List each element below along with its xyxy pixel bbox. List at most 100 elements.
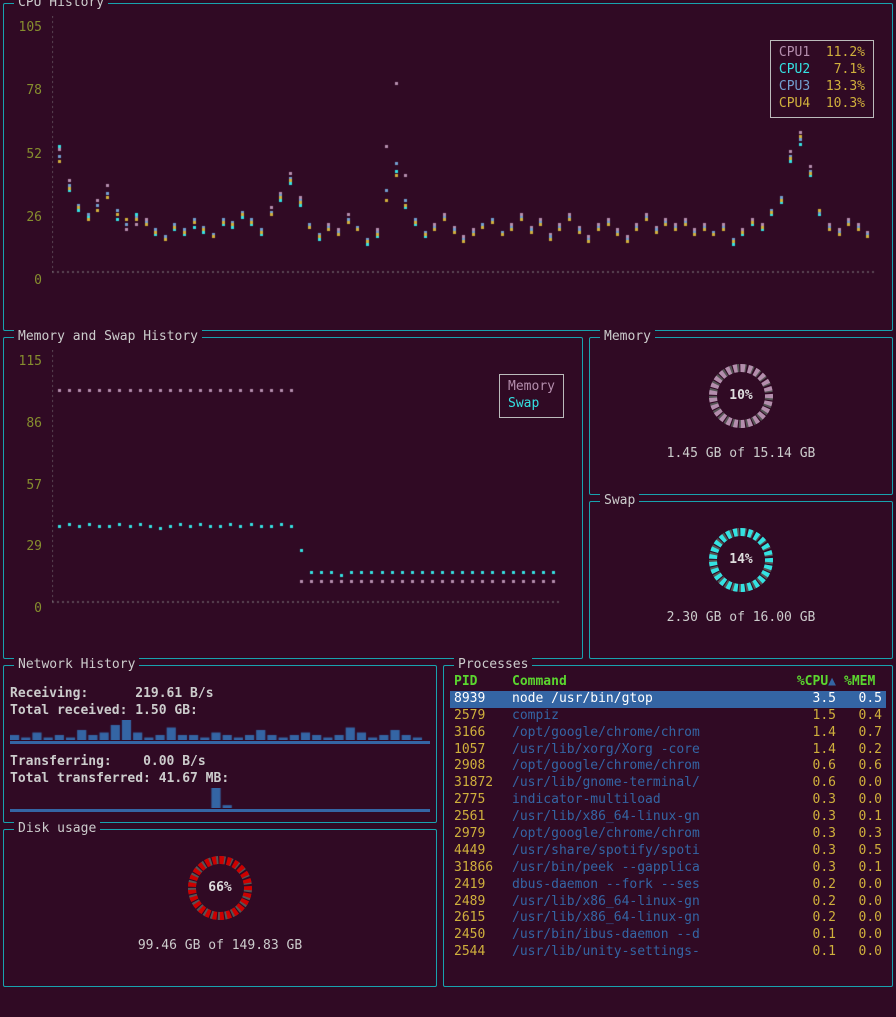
panel-title: Memory and Swap History — [14, 329, 202, 346]
cell-cpu: 0.1 — [793, 927, 840, 944]
table-row[interactable]: 31866/usr/bin/peek --gapplica0.30.1 — [450, 860, 886, 877]
cell-cpu: 1.5 — [793, 708, 840, 725]
processes-panel: Processes PID Command %CPU▲ %MEM 8939nod… — [443, 665, 893, 987]
table-row[interactable]: 31872/usr/lib/gnome-terminal/0.60.0 — [450, 775, 886, 792]
cell-command: /usr/lib/x86_64-linux-gn — [508, 910, 793, 927]
mem-y-axis: 115 86 57 29 0 — [12, 354, 42, 618]
cell-command: /usr/lib/unity-settings- — [508, 944, 793, 961]
cell-mem: 0.4 — [840, 708, 886, 725]
table-row[interactable]: 2775indicator-multiload0.30.0 — [450, 792, 886, 809]
cell-command: compiz — [508, 708, 793, 725]
cell-pid: 31866 — [450, 860, 508, 877]
col-command[interactable]: Command — [508, 674, 793, 691]
cell-command: /usr/lib/xorg/Xorg -core — [508, 742, 793, 759]
cell-pid: 2489 — [450, 894, 508, 911]
cell-command: /usr/lib/x86_64-linux-gn — [508, 809, 793, 826]
legend-swap: Swap — [508, 396, 555, 413]
col-cpu[interactable]: %CPU▲ — [793, 674, 840, 691]
cell-command: /usr/lib/x86_64-linux-gn — [508, 894, 793, 911]
cell-pid: 31872 — [450, 775, 508, 792]
cell-cpu: 1.4 — [793, 742, 840, 759]
panel-title: Network History — [14, 657, 139, 674]
cell-cpu: 0.2 — [793, 910, 840, 927]
panel-title: Memory — [600, 329, 655, 346]
cell-pid: 3166 — [450, 725, 508, 742]
cell-mem: 0.0 — [840, 894, 886, 911]
cell-cpu: 0.3 — [793, 792, 840, 809]
cell-mem: 0.0 — [840, 927, 886, 944]
network-history-panel: Network History Receiving: 219.61 B/s To… — [3, 665, 437, 823]
divider — [10, 809, 430, 812]
cell-mem: 0.3 — [840, 826, 886, 843]
cell-mem: 0.7 — [840, 725, 886, 742]
cell-cpu: 0.3 — [793, 843, 840, 860]
cpu-chart — [52, 16, 876, 296]
cell-command: /usr/lib/gnome-terminal/ — [508, 775, 793, 792]
col-pid[interactable]: PID — [450, 674, 508, 691]
cell-pid: 8939 — [450, 691, 508, 708]
sort-arrow-icon: ▲ — [828, 674, 836, 689]
net-rx-line: Receiving: 219.61 B/s — [10, 686, 430, 703]
cell-cpu: 0.3 — [793, 809, 840, 826]
table-row[interactable]: 3166/opt/google/chrome/chrom1.40.7 — [450, 725, 886, 742]
memory-usage-text: 1.45 GB of 15.14 GB — [596, 446, 886, 463]
cell-command: /usr/bin/ibus-daemon --d — [508, 927, 793, 944]
cell-cpu: 0.6 — [793, 758, 840, 775]
swap-usage-text: 2.30 GB of 16.00 GB — [596, 610, 886, 627]
table-row[interactable]: 2544/usr/lib/unity-settings-0.10.0 — [450, 944, 886, 961]
table-row[interactable]: 2489/usr/lib/x86_64-linux-gn0.20.0 — [450, 894, 886, 911]
table-row[interactable]: 2561/usr/lib/x86_64-linux-gn0.30.1 — [450, 809, 886, 826]
memory-donut: 10% 1.45 GB of 15.14 GB — [596, 346, 886, 463]
cell-mem: 0.6 — [840, 758, 886, 775]
legend-cpu4: CPU4 10.3% — [779, 96, 865, 113]
col-mem[interactable]: %MEM — [840, 674, 886, 691]
cell-cpu: 0.2 — [793, 894, 840, 911]
cell-mem: 0.0 — [840, 877, 886, 894]
table-row[interactable]: 2450/usr/bin/ibus-daemon --d0.10.0 — [450, 927, 886, 944]
disk-usage-text: 99.46 GB of 149.83 GB — [10, 938, 430, 955]
cell-command: dbus-daemon --fork --ses — [508, 877, 793, 894]
process-table[interactable]: PID Command %CPU▲ %MEM 8939node /usr/bin… — [450, 674, 886, 961]
cell-mem: 0.1 — [840, 809, 886, 826]
panel-title: Swap — [600, 493, 639, 510]
cell-command: /opt/google/chrome/chrom — [508, 758, 793, 775]
legend-cpu1: CPU1 11.2% — [779, 45, 865, 62]
cell-pid: 2615 — [450, 910, 508, 927]
cell-cpu: 0.3 — [793, 860, 840, 877]
cell-pid: 2450 — [450, 927, 508, 944]
cell-command: /usr/share/spotify/spoti — [508, 843, 793, 860]
panel-title: Processes — [454, 657, 532, 674]
disk-usage-panel: Disk usage 66% 99.46 GB of 149.83 GB — [3, 829, 437, 987]
legend-memory: Memory — [508, 379, 555, 396]
table-row[interactable]: 8939node /usr/bin/gtop3.50.5 — [450, 691, 886, 708]
cell-command: indicator-multiload — [508, 792, 793, 809]
cell-mem: 0.0 — [840, 775, 886, 792]
table-row[interactable]: 4449/usr/share/spotify/spoti0.30.5 — [450, 843, 886, 860]
cell-pid: 2979 — [450, 826, 508, 843]
cell-pid: 2579 — [450, 708, 508, 725]
cell-pid: 4449 — [450, 843, 508, 860]
disk-donut: 66% 99.46 GB of 149.83 GB — [10, 838, 430, 955]
cpu-history-panel: CPU History 105 78 52 26 0 CPU1 11.2% CP… — [3, 3, 893, 331]
net-tx-total-line: Total transferred: 41.67 MB: — [10, 771, 430, 788]
net-tx-sparkline — [10, 788, 424, 808]
cpu-y-axis: 105 78 52 26 0 — [12, 20, 42, 290]
table-row[interactable]: 2615/usr/lib/x86_64-linux-gn0.20.0 — [450, 910, 886, 927]
cell-cpu: 0.6 — [793, 775, 840, 792]
legend-cpu3: CPU3 13.3% — [779, 79, 865, 96]
cell-cpu: 3.5 — [793, 691, 840, 708]
swap-donut-panel: Swap 14% 2.30 GB of 16.00 GB — [589, 501, 893, 659]
table-row[interactable]: 2908/opt/google/chrome/chrom0.60.6 — [450, 758, 886, 775]
cell-mem: 0.0 — [840, 792, 886, 809]
table-row[interactable]: 2979/opt/google/chrome/chrom0.30.3 — [450, 826, 886, 843]
table-row[interactable]: 2419dbus-daemon --fork --ses0.20.0 — [450, 877, 886, 894]
table-row[interactable]: 1057/usr/lib/xorg/Xorg -core1.40.2 — [450, 742, 886, 759]
swap-donut: 14% 2.30 GB of 16.00 GB — [596, 510, 886, 627]
cell-mem: 0.2 — [840, 742, 886, 759]
cell-pid: 2544 — [450, 944, 508, 961]
table-row[interactable]: 2579compiz1.50.4 — [450, 708, 886, 725]
mem-swap-chart — [52, 350, 562, 626]
memory-donut-panel: Memory 10% 1.45 GB of 15.14 GB — [589, 337, 893, 495]
panel-title: Disk usage — [14, 821, 100, 838]
net-rx-sparkline — [10, 720, 424, 740]
